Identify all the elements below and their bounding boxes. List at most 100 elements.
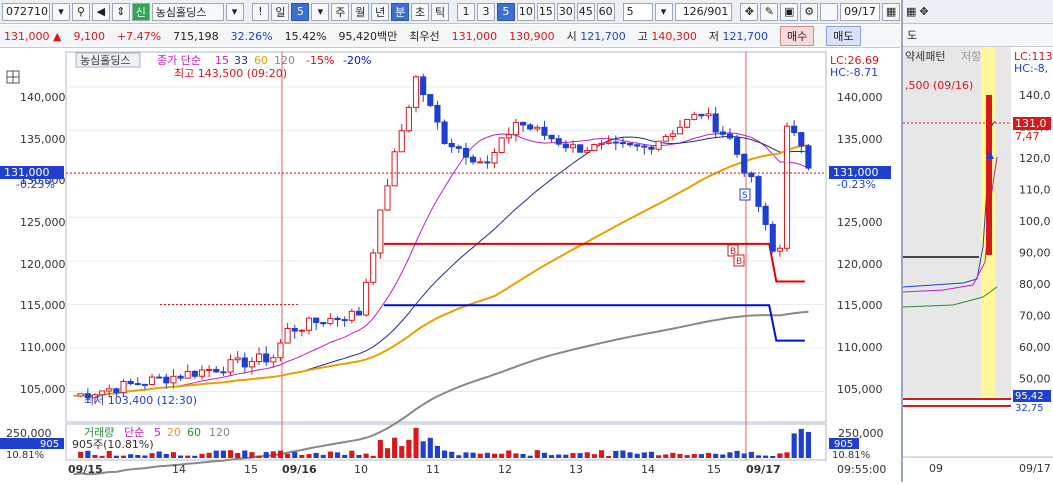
candle: [334, 317, 341, 321]
count-dropdown-icon[interactable]: ▾: [654, 2, 673, 21]
period-value[interactable]: 5: [291, 2, 310, 21]
tools-icon[interactable]: ✎: [760, 2, 779, 21]
count-input[interactable]: 5: [622, 2, 653, 21]
candle: [698, 113, 705, 117]
secondary-vol-pct: 32,75: [1015, 403, 1044, 414]
candle: [741, 153, 748, 174]
speaker-icon[interactable]: ◀: [91, 2, 110, 21]
candle: [177, 375, 184, 379]
candle: [791, 125, 798, 134]
secondary-tab[interactable]: 도: [903, 24, 1053, 47]
volume-bar: [648, 451, 655, 458]
volume-bar: [135, 455, 141, 458]
price-chart[interactable]: SBB 농심홀딩스 종가 단순 15 33 60 120 -15% -20% 최…: [0, 49, 900, 482]
buy-button[interactable]: 매수: [780, 26, 815, 46]
candle: [512, 121, 519, 136]
candle: [491, 152, 498, 164]
warning-button[interactable]: !: [251, 2, 270, 21]
stock-name-field[interactable]: 농심홀딩스: [151, 2, 224, 21]
secondary-price-tick: 50,00: [1019, 373, 1051, 386]
volume-bar: [256, 455, 262, 458]
interval-15-button[interactable]: 15: [536, 2, 555, 21]
candle: [748, 172, 755, 178]
candle: [605, 141, 612, 144]
chart-small-icon[interactable]: ▦: [906, 5, 916, 18]
interval-5-button[interactable]: 5: [496, 2, 515, 21]
period-week-button[interactable]: 주: [331, 2, 350, 21]
candle: [348, 310, 355, 321]
volume-bar: [299, 454, 305, 458]
price-tick: 120,000: [20, 258, 66, 271]
interval-3-button[interactable]: 3: [476, 2, 495, 21]
candle: [555, 138, 562, 145]
interval-30-button[interactable]: 30: [556, 2, 575, 21]
volume-bar: [292, 452, 298, 458]
volume-bar: [470, 452, 476, 458]
secondary-price-tick: 70,00: [1019, 310, 1051, 323]
volume-bar: [213, 450, 219, 458]
dropdown-arrow-icon[interactable]: ▾: [52, 2, 70, 21]
interval-1-button[interactable]: 1: [457, 2, 475, 21]
candle: [298, 329, 305, 332]
arrow-updown-icon[interactable]: ⇕: [111, 2, 130, 21]
range-field[interactable]: 126/901: [674, 2, 733, 21]
volume-bar: [584, 452, 590, 458]
interval-45-button[interactable]: 45: [576, 2, 595, 21]
period-minute-button[interactable]: 분: [391, 2, 410, 21]
date-checkbox[interactable]: [820, 2, 839, 21]
interval-60-button[interactable]: 60: [596, 2, 615, 21]
volume-bar: [263, 452, 269, 458]
volume-ma-120: 120: [209, 426, 230, 439]
price-tick-right: 110,000: [837, 341, 883, 354]
secondary-hc: HC:-8,: [1014, 62, 1048, 75]
sell-button[interactable]: 매도: [826, 26, 861, 46]
volume-ma-20: 20: [167, 426, 181, 439]
volume-bar: [406, 439, 412, 458]
time-label: 15: [244, 463, 258, 476]
gear-icon[interactable]: ⚙: [800, 2, 819, 21]
legend-ma-33: 33: [234, 54, 248, 67]
volume-bar: [684, 455, 690, 458]
period-year-button[interactable]: 년: [371, 2, 390, 21]
time-label: 09/16: [282, 463, 317, 476]
secondary-vol-tag: 95,42: [1015, 391, 1044, 402]
new-listing-badge: 신: [131, 2, 150, 21]
volume-bar: [620, 450, 626, 458]
period-day-button[interactable]: 일: [271, 2, 290, 21]
candle: [370, 252, 377, 283]
period-month-button[interactable]: 월: [351, 2, 370, 21]
current-pct-right: -0.23%: [837, 178, 876, 191]
candle: [627, 142, 634, 146]
save-icon[interactable]: ▣: [780, 2, 799, 21]
calendar-icon[interactable]: ▦: [882, 2, 900, 21]
volume-bar: [477, 453, 483, 458]
volume-bar: [634, 453, 640, 458]
candle: [712, 113, 719, 133]
volume-bar: [413, 427, 419, 458]
volume-bar: [748, 451, 754, 458]
volume-bar: [734, 450, 740, 458]
volume-bar: [399, 446, 405, 458]
volume-bar: [591, 454, 597, 458]
crosshair-small-icon[interactable]: ✥: [919, 5, 928, 18]
grid-icon[interactable]: [6, 70, 20, 84]
price-tick: 105,000: [20, 383, 66, 396]
volume-bar: [313, 452, 319, 458]
search-icon[interactable]: ⚲: [71, 2, 90, 21]
stock-code-input[interactable]: 072710: [2, 2, 50, 21]
volume-bar: [106, 450, 112, 458]
period-second-button[interactable]: 초: [411, 2, 430, 21]
period-tick-button[interactable]: 틱: [431, 2, 450, 21]
secondary-chart[interactable]: 약세패턴 저항 ,500 (09/16) LC:113, HC:-8, 140,…: [902, 47, 1053, 482]
volume-current-right: 905: [834, 439, 853, 450]
candle: [291, 327, 298, 332]
crosshair-icon[interactable]: ✥: [740, 2, 759, 21]
candle: [391, 151, 398, 187]
volume-bar: [713, 453, 719, 458]
interval-10-button[interactable]: 10: [516, 2, 535, 21]
period-dropdown-icon[interactable]: ▾: [311, 2, 330, 21]
date-input[interactable]: 09/17: [840, 2, 881, 21]
price-tick-right: 120,000: [837, 258, 883, 271]
stock-dropdown-icon[interactable]: ▾: [225, 2, 244, 21]
volume-bar: [334, 452, 341, 458]
